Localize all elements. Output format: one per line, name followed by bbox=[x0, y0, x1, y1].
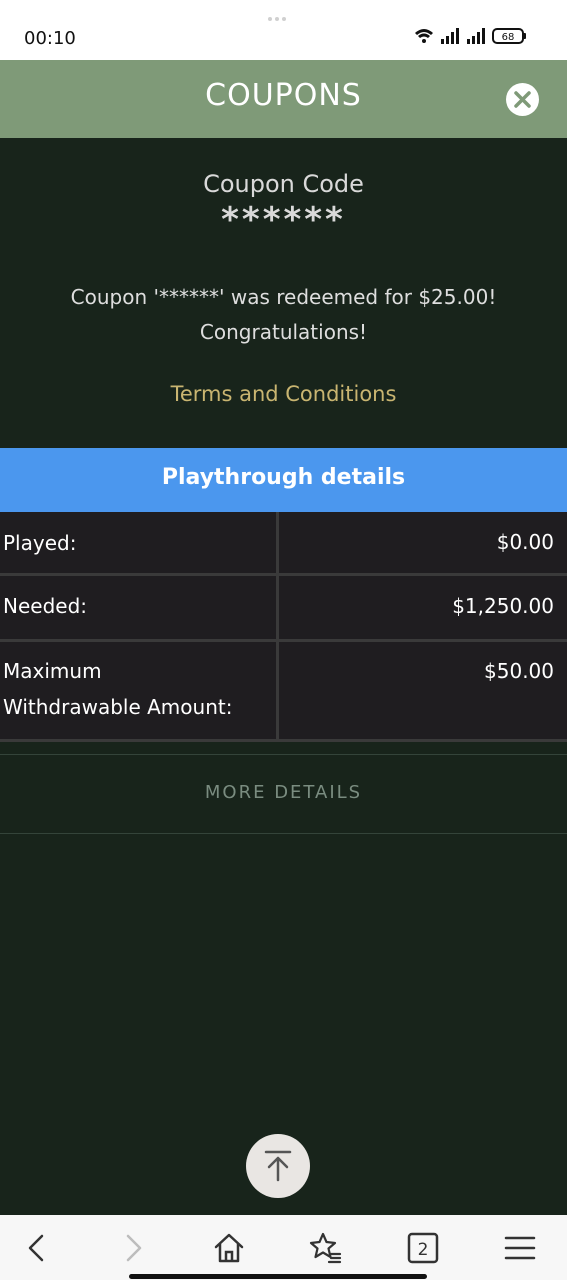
chevron-left-icon bbox=[28, 1234, 44, 1262]
status-bar: 00:10 68 bbox=[0, 0, 567, 60]
needed-value: $1,250.00 bbox=[452, 594, 554, 618]
home-indicator bbox=[129, 1274, 427, 1279]
column-divider bbox=[276, 642, 279, 739]
more-details-button[interactable]: MORE DETAILS bbox=[0, 754, 567, 834]
max-withdrawable-value: $50.00 bbox=[484, 659, 554, 683]
coupons-header: COUPONS bbox=[0, 60, 567, 138]
close-button[interactable] bbox=[506, 83, 539, 116]
playthrough-table: Played: $0.00 Needed: $1,250.00 Maximum … bbox=[0, 512, 567, 742]
status-icons: 68 bbox=[415, 28, 526, 44]
max-withdrawable-label-line2: Withdrawable Amount: bbox=[3, 695, 233, 719]
status-time: 00:10 bbox=[24, 28, 76, 49]
svg-text:2: 2 bbox=[418, 1240, 429, 1260]
redeem-message: Coupon '******' was redeemed for $25.00!… bbox=[10, 280, 557, 350]
close-icon bbox=[514, 91, 531, 108]
scroll-to-top-button[interactable] bbox=[246, 1134, 310, 1198]
star-list-icon bbox=[309, 1232, 342, 1264]
column-divider bbox=[276, 512, 279, 573]
table-row-max-withdrawable: Maximum Withdrawable Amount: $50.00 bbox=[0, 642, 567, 742]
more-details-label: MORE DETAILS bbox=[204, 782, 363, 803]
home-button[interactable] bbox=[212, 1231, 246, 1265]
congratulations-text: Congratulations! bbox=[199, 320, 368, 344]
battery-icon: 68 bbox=[492, 28, 526, 44]
forward-button[interactable] bbox=[116, 1231, 150, 1265]
menu-button[interactable] bbox=[503, 1231, 537, 1265]
played-label: Played: bbox=[3, 531, 77, 555]
back-button[interactable] bbox=[20, 1231, 54, 1265]
notch-indicator bbox=[268, 6, 292, 21]
playthrough-title: Playthrough details bbox=[161, 465, 406, 490]
arrow-up-icon bbox=[264, 1150, 292, 1182]
browser-toolbar: 2 bbox=[0, 1215, 567, 1280]
needed-label: Needed: bbox=[3, 594, 88, 618]
column-divider bbox=[276, 576, 279, 639]
signal-icon bbox=[441, 28, 485, 44]
tabs-button[interactable]: 2 bbox=[406, 1231, 440, 1265]
max-withdrawable-label: Maximum Withdrawable Amount: bbox=[3, 653, 232, 725]
coupon-code-label: Coupon Code bbox=[203, 170, 364, 198]
coupon-code-value: ****** bbox=[221, 200, 346, 240]
played-value: $0.00 bbox=[496, 530, 554, 554]
redeem-message-line: Coupon '******' was redeemed for $25.00! bbox=[70, 285, 497, 309]
tabs-icon: 2 bbox=[407, 1232, 439, 1264]
page-title: COUPONS bbox=[205, 78, 362, 113]
table-row-played: Played: $0.00 bbox=[0, 512, 567, 576]
wifi-icon bbox=[415, 29, 433, 43]
table-row-needed: Needed: $1,250.00 bbox=[0, 576, 567, 642]
max-withdrawable-label-line1: Maximum bbox=[3, 659, 102, 683]
hamburger-menu-icon bbox=[504, 1236, 536, 1260]
svg-text:68: 68 bbox=[502, 32, 515, 43]
playthrough-header: Playthrough details bbox=[0, 448, 567, 512]
chevron-right-icon bbox=[126, 1234, 142, 1262]
home-icon bbox=[214, 1233, 244, 1263]
terms-and-conditions-link[interactable]: Terms and Conditions bbox=[0, 382, 567, 406]
bookmarks-button[interactable] bbox=[308, 1231, 342, 1265]
